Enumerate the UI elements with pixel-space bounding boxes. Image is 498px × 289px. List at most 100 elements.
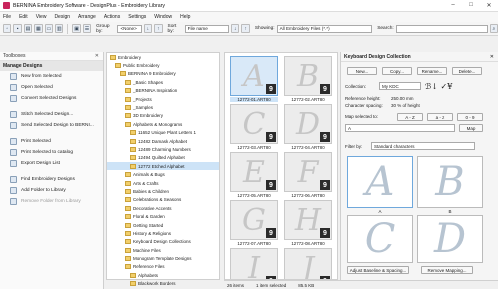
tree-item[interactable]: Monogram Template Designs bbox=[107, 254, 219, 262]
menu-edit[interactable]: Edit bbox=[19, 14, 28, 20]
sort-za-icon[interactable]: ↑ bbox=[154, 24, 163, 33]
filter-select[interactable]: Standard characters bbox=[371, 142, 475, 150]
close-button[interactable]: ✕ bbox=[480, 2, 498, 9]
sort-ascending-icon[interactable]: ↓ bbox=[231, 24, 240, 33]
design-thumbnail[interactable]: B 9 12772-02.ART80 bbox=[284, 56, 332, 102]
remove-mapping-button[interactable]: Remove Mapping... bbox=[421, 266, 473, 274]
design-thumbnail[interactable]: D 9 12772-04.ART80 bbox=[284, 104, 332, 150]
print-selected-button[interactable]: Print Selected bbox=[0, 136, 103, 147]
tree-item[interactable]: 3D Embroidery bbox=[107, 112, 219, 120]
tree-item[interactable]: BERNINA 9 Embroidery bbox=[107, 70, 219, 78]
tree-item[interactable]: 12482 Damask Alphabet bbox=[107, 137, 219, 145]
tree-item[interactable]: Animals & Bugs bbox=[107, 170, 219, 178]
letter-tile-b[interactable]: B bbox=[417, 156, 483, 208]
design-thumbnail[interactable]: F 9 12772-06.ART80 bbox=[284, 152, 332, 198]
find-designs-button[interactable]: Find Embroidery Designs bbox=[0, 174, 103, 185]
tree-item[interactable]: Reference Files bbox=[107, 263, 219, 271]
close-icon[interactable]: ✕ bbox=[490, 54, 494, 60]
map-0-9-button[interactable]: 0 - 9 bbox=[457, 113, 483, 121]
artwork-view-icon[interactable]: ▦ bbox=[34, 24, 43, 33]
menu-view[interactable]: View bbox=[36, 14, 47, 20]
minimize-button[interactable]: – bbox=[444, 2, 462, 9]
delete-collection-button[interactable]: Delete... bbox=[452, 67, 482, 75]
open-icon[interactable]: ▪ bbox=[13, 24, 22, 33]
manage-designs-section[interactable]: Manage Designs bbox=[0, 61, 103, 71]
menu-help[interactable]: Help bbox=[180, 14, 190, 20]
stitch-view-icon[interactable]: ▤ bbox=[23, 24, 33, 33]
folder-icon bbox=[125, 105, 131, 111]
search-icon[interactable]: ⌕ bbox=[489, 24, 498, 33]
print-catalog-button[interactable]: Print Selected to catalog bbox=[0, 147, 103, 158]
list-view-icon[interactable]: ☰ bbox=[82, 24, 92, 33]
folder-icon bbox=[130, 138, 136, 144]
tree-item[interactable]: _BERNINA Inspiration bbox=[107, 87, 219, 95]
map-lower-a-z-button[interactable]: a - z bbox=[427, 113, 453, 121]
rename-collection-button[interactable]: Rename... bbox=[417, 67, 447, 75]
design-thumbnail[interactable]: J9 bbox=[284, 248, 332, 279]
map-button[interactable]: Map bbox=[459, 124, 483, 132]
copy-collection-button[interactable]: Copy... bbox=[382, 67, 412, 75]
map-character-input[interactable]: A bbox=[345, 124, 455, 132]
tree-item[interactable]: Embroidery bbox=[107, 53, 219, 61]
showing-select[interactable]: All Embroidery Files (*.*) bbox=[276, 24, 373, 33]
sort-descending-icon[interactable]: ↑ bbox=[241, 24, 250, 33]
tree-item[interactable]: _Samples bbox=[107, 103, 219, 111]
search-input[interactable] bbox=[395, 24, 488, 33]
tree-item[interactable]: Decorative Accents bbox=[107, 204, 219, 212]
tree-item[interactable]: Public Embroidery bbox=[107, 61, 219, 69]
new-collection-button[interactable]: New... bbox=[347, 67, 377, 75]
menu-window[interactable]: Window bbox=[154, 14, 172, 20]
folder-icon[interactable]: ▭ bbox=[44, 24, 54, 33]
group-by-select[interactable]: <None> bbox=[117, 24, 142, 33]
design-thumbnail[interactable]: H 9 12772-08.ART80 bbox=[284, 200, 332, 246]
design-thumbnail[interactable]: I9 bbox=[230, 248, 278, 279]
tree-item[interactable]: Alphabets bbox=[107, 271, 219, 279]
letter-tile-c[interactable]: C bbox=[347, 215, 413, 263]
menu-settings[interactable]: Settings bbox=[128, 14, 146, 20]
tree-item[interactable]: Blackwork Borders bbox=[107, 280, 219, 288]
close-icon[interactable]: ✕ bbox=[95, 53, 99, 59]
letter-tile-a[interactable]: A bbox=[347, 156, 413, 208]
design-thumbnail[interactable]: C 9 12772-03.ART80 bbox=[230, 104, 278, 150]
item-label: Export Design List bbox=[21, 161, 60, 166]
letter-tile-d[interactable]: D bbox=[417, 215, 483, 263]
sort-az-icon[interactable]: ↓ bbox=[143, 24, 153, 33]
design-thumbnail[interactable]: A 9 12772-01.ART80 bbox=[230, 56, 278, 102]
tree-item[interactable]: Machine Files bbox=[107, 246, 219, 254]
export-design-list-button[interactable]: Export Design List bbox=[0, 158, 103, 169]
menu-arrange[interactable]: Arrange bbox=[78, 14, 96, 20]
tree-item[interactable]: Keyboard Design Collections bbox=[107, 238, 219, 246]
stitch-selected-button[interactable]: Stitch Selected Design... bbox=[0, 109, 103, 120]
menu-design[interactable]: Design bbox=[54, 14, 70, 20]
thumbnail-view-icon[interactable]: ▣ bbox=[72, 24, 81, 33]
tree-item[interactable]: Alphabets & Monograms bbox=[107, 120, 219, 128]
menu-file[interactable]: File bbox=[3, 14, 11, 20]
adjust-baseline-button[interactable]: Adjust Baseline & Spacing... bbox=[347, 266, 409, 274]
open-selected-button[interactable]: Open Selected bbox=[0, 82, 103, 93]
tree-item[interactable]: _Basic Shapes bbox=[107, 78, 219, 86]
add-folder-button[interactable]: Add Folder to Library bbox=[0, 185, 103, 196]
design-thumbnail[interactable]: E 9 12772-05.ART80 bbox=[230, 152, 278, 198]
layout-icon[interactable]: ▥ bbox=[55, 24, 64, 33]
tree-item[interactable]: 11652 Unique Plant Letters 1 bbox=[107, 129, 219, 137]
collection-select[interactable]: My KDC bbox=[379, 82, 421, 90]
tree-item[interactable]: Floral & Garden bbox=[107, 212, 219, 220]
design-thumbnail[interactable]: G 9 12772-07.ART80 bbox=[230, 200, 278, 246]
new-icon[interactable]: ▫ bbox=[3, 24, 12, 33]
tree-item[interactable]: Celebrations & Seasons bbox=[107, 196, 219, 204]
maximize-button[interactable]: □ bbox=[462, 2, 480, 9]
sort-by-select[interactable]: File name bbox=[184, 24, 230, 33]
map-a-z-button[interactable]: A - Z bbox=[397, 113, 423, 121]
tree-item[interactable]: Babies & Children bbox=[107, 187, 219, 195]
tree-item[interactable]: 12772 Etched Alphabet bbox=[107, 162, 219, 171]
menu-actions[interactable]: Actions bbox=[104, 14, 120, 20]
tree-item[interactable]: 12494 Quilted Alphabet bbox=[107, 154, 219, 162]
tree-item[interactable]: Getting Started bbox=[107, 221, 219, 229]
tree-item[interactable]: History & Religions bbox=[107, 229, 219, 237]
tree-item[interactable]: Arts & Crafts bbox=[107, 179, 219, 187]
tree-item[interactable]: 12489 Charming Numbers bbox=[107, 145, 219, 153]
new-from-selected-button[interactable]: New from Selected bbox=[0, 71, 103, 82]
tree-item[interactable]: _Projects bbox=[107, 95, 219, 103]
convert-selected-button[interactable]: Convert Selected Designs bbox=[0, 93, 103, 104]
send-selected-button[interactable]: Send Selected Design to BERNI... bbox=[0, 120, 103, 131]
